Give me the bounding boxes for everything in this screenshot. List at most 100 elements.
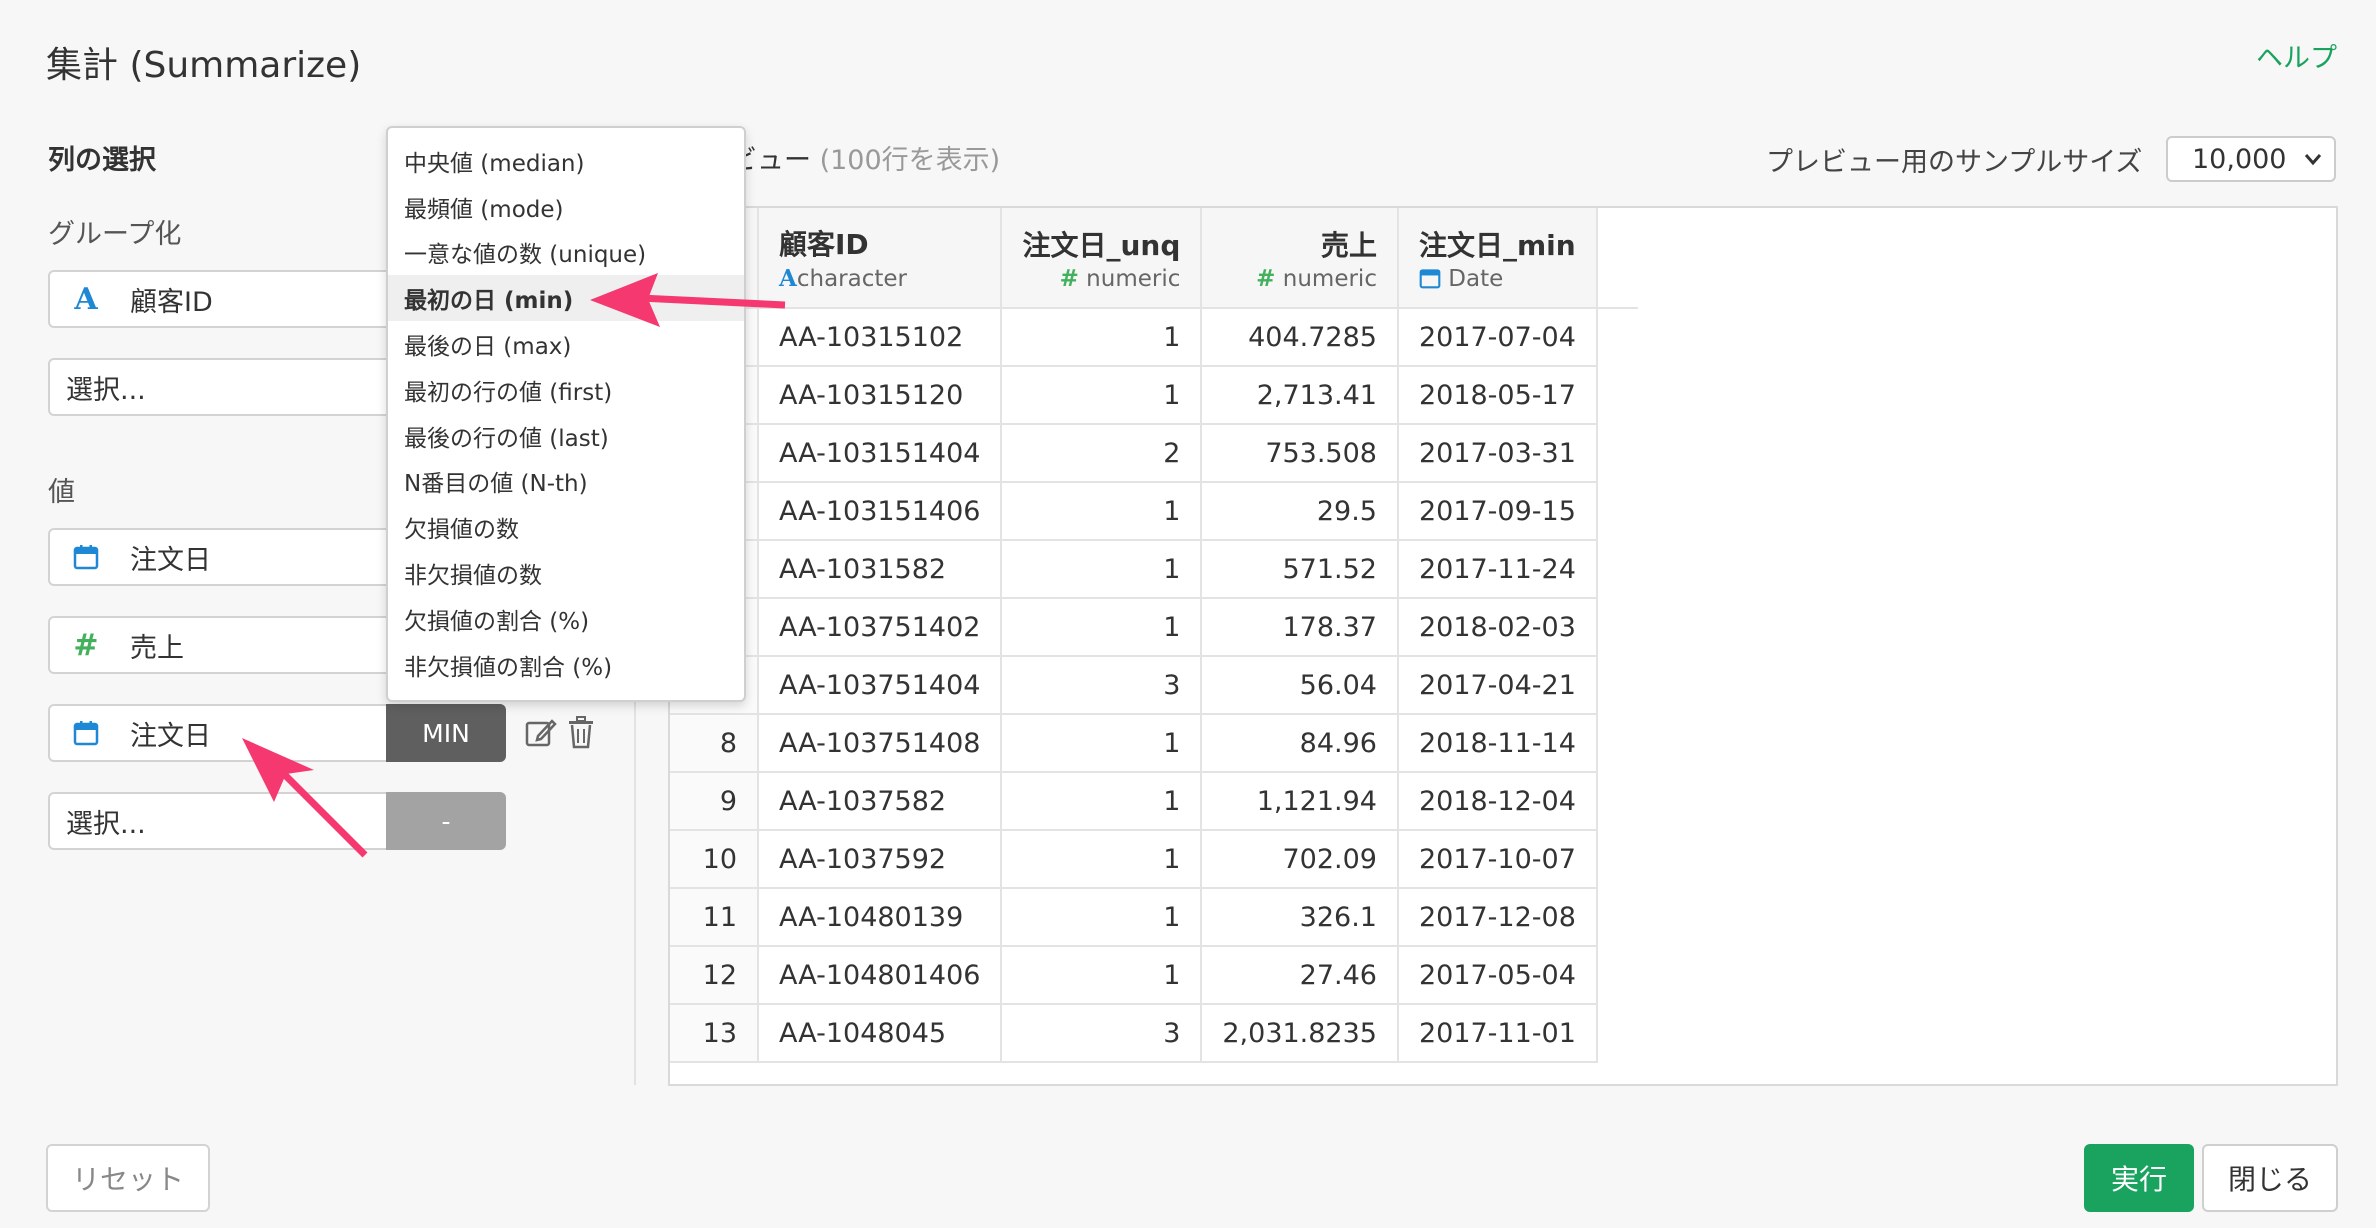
table-row: AA-103751402 1 178.37 2018-02-03: [670, 598, 1638, 657]
column-type-text: Date: [1448, 265, 1504, 292]
table-header-row: 顧客ID Acharacter 注文日_unq # numeric 売上 # n…: [670, 208, 1638, 309]
group-select-placeholder: 選択...: [66, 374, 146, 406]
menu-item[interactable]: 非欠損値の割合 (%): [388, 642, 744, 688]
customer-id-cell: AA-103151406: [758, 482, 1003, 541]
group-by-label: グループ化: [48, 219, 182, 250]
value-field-order-date[interactable]: 注文日: [48, 528, 388, 586]
value-field-label: 注文日: [130, 720, 211, 752]
order-date-unq-cell: 1: [1001, 714, 1203, 773]
sample-size-select[interactable]: 10,000: [2166, 136, 2336, 182]
empty-cell: [1597, 830, 1638, 888]
order-date-unq-cell: 2: [1001, 424, 1203, 483]
aggregation-button-empty[interactable]: -: [386, 792, 506, 850]
menu-item[interactable]: 最初の行の値 (first): [388, 367, 744, 413]
menu-item[interactable]: 欠損値の割合 (%): [388, 596, 744, 642]
order-date-min-cell: 2017-11-24: [1397, 540, 1598, 599]
empty-cell: [1597, 598, 1638, 656]
dialog-title: 集計 (Summarize): [46, 45, 362, 86]
trash-icon[interactable]: [566, 716, 596, 754]
column-name: 注文日_min: [1418, 228, 1576, 262]
table-row: 11 AA-10480139 1 326.1 2017-12-08: [670, 888, 1638, 947]
close-button[interactable]: 閉じる: [2202, 1144, 2338, 1212]
table-row: AA-10315102 1 404.7285 2017-07-04: [670, 308, 1638, 367]
calendar-icon: [66, 544, 106, 570]
order-date-min-cell: 2017-05-04: [1397, 946, 1598, 1005]
column-name: 売上: [1320, 228, 1377, 262]
order-date-min-cell: 2018-12-04: [1397, 772, 1598, 831]
empty-cell: [1597, 888, 1638, 946]
table-row: AA-10315120 1 2,713.41 2018-05-17: [670, 366, 1638, 425]
sales-cell: 29.5: [1201, 482, 1399, 541]
row-number-cell: 11: [670, 888, 759, 947]
order-date-unq-cell: 1: [1001, 946, 1203, 1005]
empty-cell: [1597, 366, 1638, 424]
aggregation-dropdown[interactable]: 中央値 (median) 最頻値 (mode) 一意な値の数 (unique) 最初の…: [386, 126, 746, 702]
empty-cell: [1597, 656, 1638, 714]
sales-cell: 27.46: [1201, 946, 1399, 1005]
value-select-placeholder: 選択...: [66, 808, 146, 840]
group-field-select[interactable]: 選択...: [48, 358, 388, 416]
menu-item[interactable]: 最後の行の値 (last): [388, 413, 744, 459]
sales-cell: 753.508: [1201, 424, 1399, 483]
empty-cell: [1597, 714, 1638, 772]
sales-cell: 178.37: [1201, 598, 1399, 657]
table-row: 8 AA-103751408 1 84.96 2018-11-14: [670, 714, 1638, 773]
order-date-unq-cell: 1: [1001, 540, 1203, 599]
customer-id-cell: AA-103751408: [758, 714, 1003, 773]
menu-item[interactable]: 最頻値 (mode): [388, 184, 744, 230]
menu-item[interactable]: 最初の日 (min): [388, 275, 744, 322]
value-field-sales[interactable]: # 売上: [48, 616, 388, 674]
edit-icon[interactable]: [524, 716, 558, 754]
help-link[interactable]: ヘルプ: [2256, 36, 2337, 75]
customer-id-cell: AA-10315102: [758, 308, 1003, 367]
customer-id-cell: AA-103751404: [758, 656, 1003, 715]
table-row: 9 AA-1037582 1 1,121.94 2018-12-04: [670, 772, 1638, 831]
customer-id-cell: AA-10480139: [758, 888, 1003, 947]
empty-cell: [1597, 772, 1638, 830]
customer-id-cell: AA-103751402: [758, 598, 1003, 657]
menu-item[interactable]: N番目の値 (N-th): [388, 459, 744, 505]
menu-item[interactable]: 最後の日 (max): [388, 321, 744, 367]
row-number-cell: 12: [670, 946, 759, 1005]
table-row: AA-1031582 1 571.52 2017-11-24: [670, 540, 1638, 599]
customer-id-cell: AA-1048045: [758, 1004, 1003, 1063]
customer-id-cell: AA-1037592: [758, 830, 1003, 889]
menu-item[interactable]: 一意な値の数 (unique): [388, 230, 744, 276]
row-number-cell: 10: [670, 830, 759, 889]
customer-id-cell: AA-104801406: [758, 946, 1003, 1005]
column-type-text: numeric: [1086, 265, 1181, 292]
order-date-unq-cell: 1: [1001, 308, 1203, 367]
column-header-order-date-min[interactable]: 注文日_min Date: [1397, 208, 1598, 309]
preview-row-count: (100行を表示): [819, 145, 1001, 176]
sales-cell: 2,031.8235: [1201, 1004, 1399, 1063]
value-field-order-date-min[interactable]: 注文日: [48, 704, 388, 762]
customer-id-cell: AA-1037582: [758, 772, 1003, 831]
empty-cell: [1597, 308, 1638, 366]
empty-cell: [1597, 1004, 1638, 1062]
value-field-select[interactable]: 選択...: [48, 792, 388, 850]
order-date-unq-cell: 3: [1001, 656, 1203, 715]
customer-id-cell: AA-10315120: [758, 366, 1003, 425]
menu-item[interactable]: 中央値 (median): [388, 138, 744, 184]
run-button[interactable]: 実行: [2084, 1144, 2194, 1212]
column-header-order-date-unq[interactable]: 注文日_unq # numeric: [1001, 208, 1203, 309]
column-type-text: character: [796, 266, 907, 292]
order-date-unq-cell: 1: [1001, 888, 1203, 947]
reset-button[interactable]: リセット: [46, 1144, 210, 1212]
order-date-unq-cell: 1: [1001, 830, 1203, 889]
hash-icon: #: [1059, 265, 1079, 292]
sales-cell: 56.04: [1201, 656, 1399, 715]
sales-cell: 571.52: [1201, 540, 1399, 599]
preview-table[interactable]: 顧客ID Acharacter 注文日_unq # numeric 売上 # n…: [668, 206, 2338, 1086]
group-field-customer-id[interactable]: A 顧客ID: [48, 270, 388, 328]
column-header-sales[interactable]: 売上 # numeric: [1201, 208, 1399, 309]
aggregation-button-min[interactable]: MIN: [386, 704, 506, 762]
order-date-min-cell: 2018-11-14: [1397, 714, 1598, 773]
menu-item[interactable]: 非欠損値の数: [388, 550, 744, 596]
hash-icon: #: [1256, 265, 1276, 292]
calendar-icon: [1419, 266, 1441, 292]
order-date-min-cell: 2017-10-07: [1397, 830, 1598, 889]
column-header-customer-id[interactable]: 顧客ID Acharacter: [758, 208, 1003, 309]
menu-item[interactable]: 欠損値の数: [388, 504, 744, 550]
sales-cell: 702.09: [1201, 830, 1399, 889]
